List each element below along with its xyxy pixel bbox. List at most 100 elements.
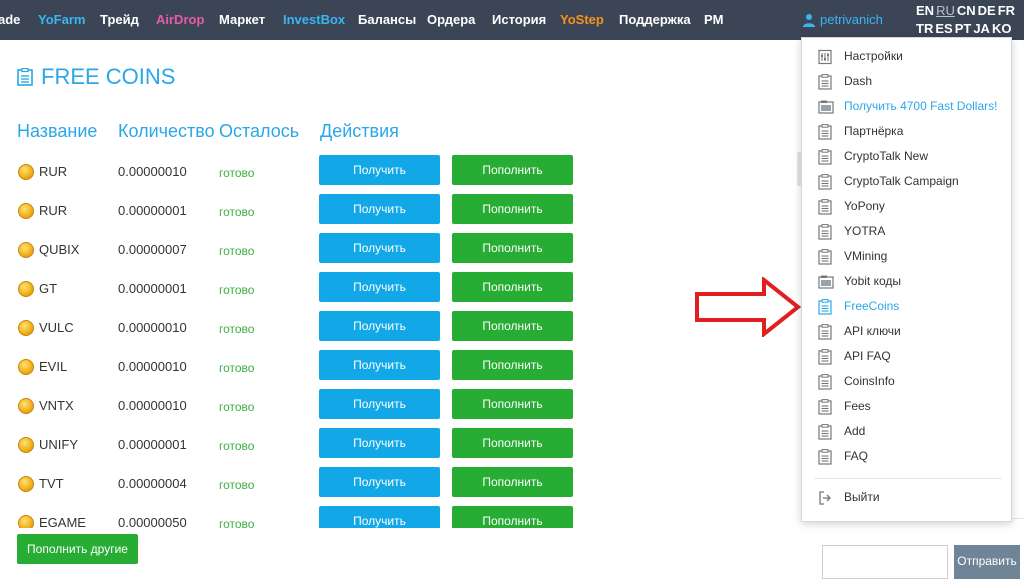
lang-de[interactable]: DE: [978, 2, 996, 20]
top-nav-bar: ade YoFarm Трейд AirDrop Маркет InvestBox Бала…: [0, 0, 1024, 40]
logout-label: Выйти: [844, 490, 880, 504]
coin-quantity: 0.00000050: [118, 515, 187, 528]
column-header-remaining: Осталось: [219, 121, 300, 141]
dropdown-item-api-ключи[interactable]: API ключи: [818, 322, 1008, 342]
coin-icon: [18, 164, 34, 180]
logout-item[interactable]: Выйти: [818, 488, 1008, 508]
page-icon: [818, 374, 832, 390]
lang-fr[interactable]: FR: [998, 2, 1015, 20]
nav-item-investbox[interactable]: InvestBox: [283, 12, 345, 28]
coin-icon: [18, 281, 34, 297]
lang-pt[interactable]: PT: [955, 20, 972, 38]
coin-quantity: 0.00000007: [118, 242, 187, 257]
lang-es[interactable]: ES: [935, 20, 952, 38]
get-coin-button[interactable]: Получить: [319, 389, 440, 419]
dropdown-item-add[interactable]: Add: [818, 422, 1008, 442]
settings-icon: [818, 49, 832, 65]
chat-send-button[interactable]: Отправить: [954, 545, 1020, 579]
get-coin-button[interactable]: Получить: [319, 428, 440, 458]
deposit-other-button[interactable]: Пополнить другие: [17, 534, 138, 564]
nav-item-airdrop[interactable]: AirDrop: [156, 12, 204, 28]
deposit-coin-button[interactable]: Пополнить: [452, 155, 573, 185]
get-coin-button[interactable]: Получить: [319, 272, 440, 302]
page-icon: [818, 424, 832, 440]
lang-cn[interactable]: CN: [957, 2, 976, 20]
nav-item-pm[interactable]: PM: [704, 12, 724, 28]
deposit-coin-button[interactable]: Пополнить: [452, 506, 573, 528]
page-icon: [818, 449, 832, 465]
page-icon: [818, 199, 832, 215]
dropdown-item-fees[interactable]: Fees: [818, 397, 1008, 417]
chat-input[interactable]: [822, 545, 948, 579]
get-coin-button[interactable]: Получить: [319, 311, 440, 341]
lang-ru[interactable]: RU: [936, 2, 955, 20]
nav-item-yostep[interactable]: YoStep: [560, 12, 604, 28]
coin-status: готово: [219, 166, 255, 180]
dropdown-item-label: Партнёрка: [844, 124, 904, 138]
coin-row: VULC 0.00000010 готово Получить Пополнить: [0, 311, 600, 347]
dropdown-item-настройки[interactable]: Настройки: [818, 47, 1008, 67]
lang-ko[interactable]: KO: [992, 20, 1012, 38]
dropdown-item-партнёрка[interactable]: Партнёрка: [818, 122, 1008, 142]
dropdown-item-yotra[interactable]: YOTRA: [818, 222, 1008, 242]
dropdown-item-label: CryptoTalk New: [844, 149, 929, 163]
dropdown-item-vmining[interactable]: VMining: [818, 247, 1008, 267]
coin-quantity: 0.00000001: [118, 437, 187, 452]
dropdown-item-coinsinfo[interactable]: CoinsInfo: [818, 372, 1008, 392]
get-coin-button[interactable]: Получить: [319, 350, 440, 380]
dropdown-item-cryptotalk-campaign[interactable]: CryptoTalk Campaign: [818, 172, 1008, 192]
nav-item-ade[interactable]: ade: [0, 12, 20, 28]
coin-quantity: 0.00000001: [118, 203, 187, 218]
deposit-coin-button[interactable]: Пополнить: [452, 311, 573, 341]
get-coin-button[interactable]: Получить: [319, 155, 440, 185]
page-icon: [818, 74, 832, 90]
coin-icon: [18, 515, 34, 528]
deposit-coin-button[interactable]: Пополнить: [452, 272, 573, 302]
coin-quantity: 0.00000001: [118, 281, 187, 296]
nav-item-балансы[interactable]: Балансы: [358, 12, 416, 28]
nav-item-история[interactable]: История: [492, 12, 546, 28]
coin-icon: [18, 359, 34, 375]
coin-status: готово: [219, 361, 255, 375]
dropdown-item-label: API ключи: [844, 324, 901, 338]
deposit-coin-button[interactable]: Пополнить: [452, 233, 573, 263]
deposit-coin-button[interactable]: Пополнить: [452, 389, 573, 419]
dropdown-item-yopony[interactable]: YoPony: [818, 197, 1008, 217]
nav-item-ордера[interactable]: Ордера: [427, 12, 475, 28]
deposit-coin-button[interactable]: Пополнить: [452, 428, 573, 458]
page-icon: [818, 399, 832, 415]
deposit-coin-button[interactable]: Пополнить: [452, 350, 573, 380]
page-icon: [818, 124, 832, 140]
nav-item-поддержка[interactable]: Поддержка: [619, 12, 691, 28]
get-coin-button[interactable]: Получить: [319, 194, 440, 224]
page-icon: [17, 67, 33, 86]
dropdown-item-faq[interactable]: FAQ: [818, 447, 1008, 467]
dropdown-item-freecoins[interactable]: FreeCoins: [818, 297, 1008, 317]
coin-row: EVIL 0.00000010 готово Получить Пополнить: [0, 350, 600, 386]
user-menu[interactable]: petrivanich: [802, 11, 883, 29]
get-coin-button[interactable]: Получить: [319, 233, 440, 263]
dropdown-item-yobit-коды[interactable]: Yobit коды: [818, 272, 1008, 292]
column-header-actions: Действия: [320, 121, 399, 141]
coin-row: VNTX 0.00000010 готово Получить Пополнить: [0, 389, 600, 425]
coin-name: UNIFY: [39, 437, 78, 452]
lang-ja[interactable]: JA: [973, 20, 990, 38]
deposit-coin-button[interactable]: Пополнить: [452, 467, 573, 497]
dropdown-item-label: CryptoTalk Campaign: [844, 174, 959, 188]
get-coin-button[interactable]: Получить: [319, 467, 440, 497]
dropdown-item-dash[interactable]: Dash: [818, 72, 1008, 92]
dropdown-item-api-faq[interactable]: API FAQ: [818, 347, 1008, 367]
coin-status: готово: [219, 478, 255, 492]
get-coin-button[interactable]: Получить: [319, 506, 440, 528]
coin-status: готово: [219, 205, 255, 219]
nav-item-маркет[interactable]: Маркет: [219, 12, 265, 28]
coin-icon: [18, 320, 34, 336]
lang-tr[interactable]: TR: [916, 20, 933, 38]
dropdown-item-label: YOTRA: [844, 224, 886, 238]
deposit-coin-button[interactable]: Пополнить: [452, 194, 573, 224]
nav-item-трейд[interactable]: Трейд: [100, 12, 139, 28]
lang-en[interactable]: EN: [916, 2, 934, 20]
nav-item-yofarm[interactable]: YoFarm: [38, 12, 85, 28]
dropdown-item-cryptotalk-new[interactable]: CryptoTalk New: [818, 147, 1008, 167]
dropdown-item-получить-4700-fast-dollars[interactable]: Получить 4700 Fast Dollars!: [818, 97, 1008, 117]
